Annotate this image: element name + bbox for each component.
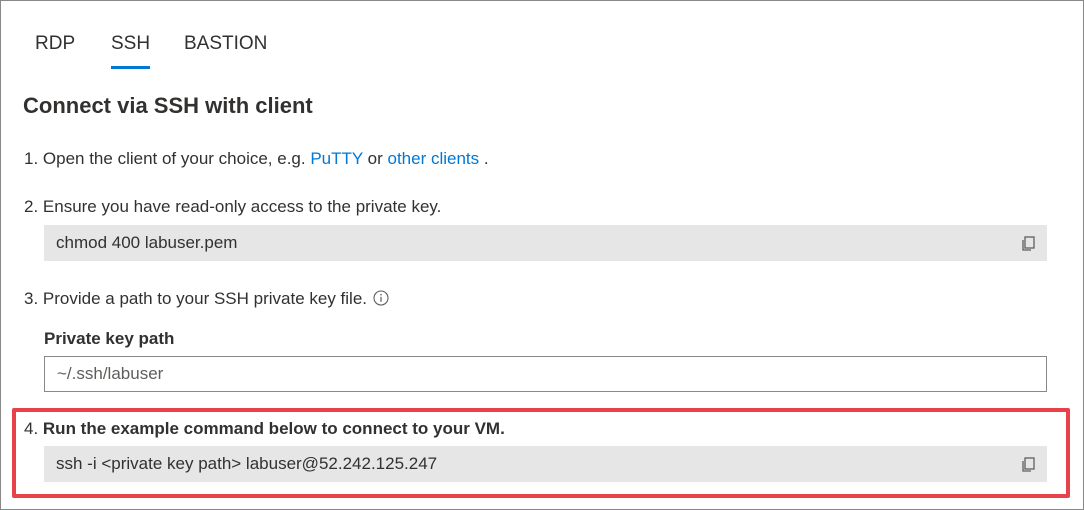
step-1-or: or [362, 149, 388, 168]
private-key-path-label: Private key path [44, 329, 175, 348]
tab-rdp[interactable]: RDP [35, 33, 75, 69]
page-title: Connect via SSH with client [23, 93, 313, 118]
ssh-connect-panel: RDP SSH BASTION Connect via SSH with cli… [0, 0, 1084, 510]
tab-bastion[interactable]: BASTION [184, 33, 267, 69]
ssh-command: ssh -i <private key path> labuser@52.242… [56, 454, 438, 473]
step-1-text: 1. Open the client of your choice, e.g. [24, 149, 311, 168]
step-4-text: Run the example command below to connect… [42, 419, 505, 438]
chmod-command-box: chmod 400 labuser.pem [44, 225, 1047, 261]
step-4: 4. Run the example command below to conn… [24, 419, 505, 439]
step-4-number: 4. [24, 419, 43, 438]
copy-icon[interactable] [1019, 455, 1037, 473]
tab-ssh[interactable]: SSH [111, 33, 151, 69]
putty-link[interactable]: PuTTY [310, 149, 363, 168]
ssh-command-box: ssh -i <private key path> labuser@52.242… [44, 446, 1047, 482]
step-3: 3. Provide a path to your SSH private ke… [24, 289, 389, 309]
step-3-text: 3. Provide a path to your SSH private ke… [24, 289, 368, 308]
chmod-command: chmod 400 labuser.pem [56, 233, 238, 252]
private-key-path-input[interactable] [44, 356, 1047, 392]
step-1-suffix: . [479, 149, 489, 168]
copy-icon[interactable] [1019, 234, 1037, 252]
info-icon[interactable] [373, 290, 389, 306]
step-1: 1. Open the client of your choice, e.g. … [24, 149, 489, 169]
step-2: 2. Ensure you have read-only access to t… [24, 197, 442, 216]
other-clients-link[interactable]: other clients [388, 149, 480, 168]
